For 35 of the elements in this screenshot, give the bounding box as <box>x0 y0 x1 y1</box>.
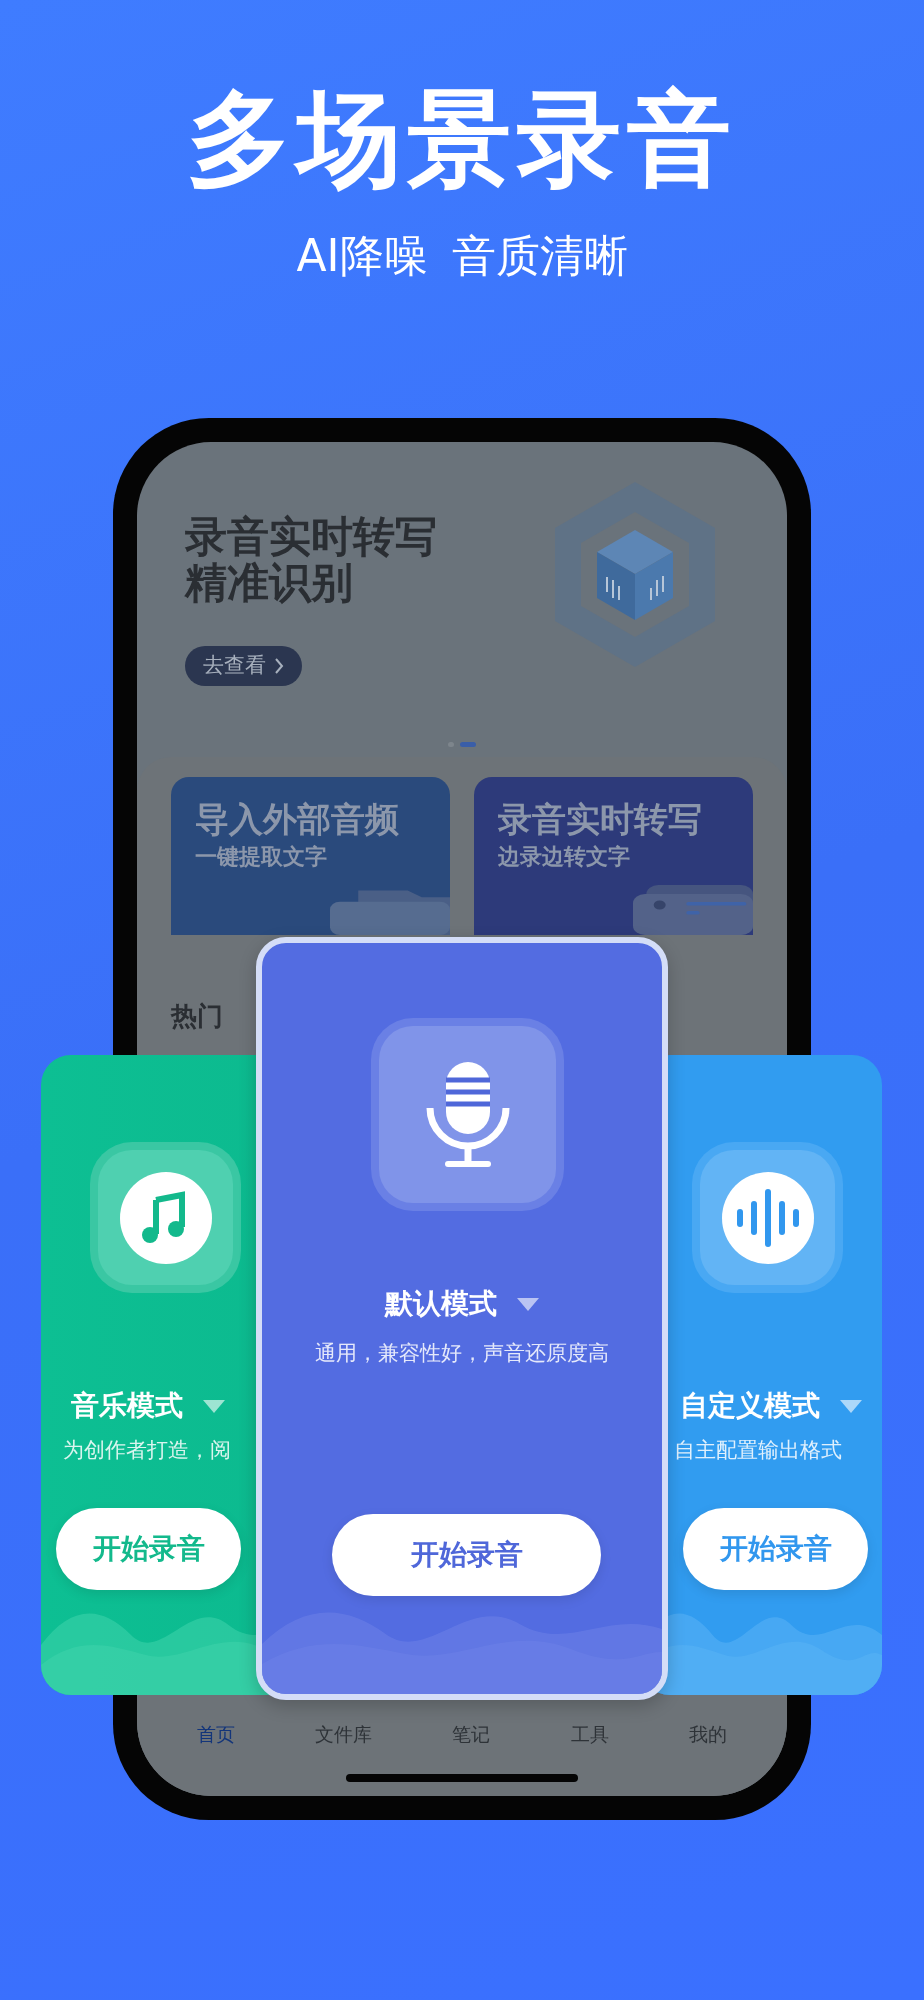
feature-title: 录音实时转写 <box>498 799 703 840</box>
feature-title: 导入外部音频 <box>195 799 400 840</box>
chevron-right-icon <box>274 657 284 676</box>
dropdown-caret-icon[interactable] <box>203 1399 225 1413</box>
nav-tab[interactable]: 首页 <box>197 1719 236 1748</box>
dropdown-caret-icon[interactable] <box>517 1297 539 1311</box>
start-recording-button[interactable]: 开始录音 <box>683 1508 868 1590</box>
mode-title: 音乐模式 <box>71 1388 183 1424</box>
music-note-icon <box>119 1171 212 1264</box>
mode-description: 自主配置输出格式 <box>674 1437 842 1464</box>
microphone-icon <box>425 1061 510 1168</box>
nav-tab[interactable]: 文件库 <box>315 1719 373 1748</box>
view-button[interactable]: 去查看 <box>185 646 302 686</box>
feature-card[interactable]: 导入外部音频 一键提取文字 <box>171 777 450 935</box>
mode-description: 为创作者打造，阅 <box>63 1437 231 1464</box>
tagline: AI降噪 <box>296 234 428 279</box>
mode-description: 通用，兼容性好，声音还原度高 <box>314 1340 610 1367</box>
feature-subtitle: 边录边转文字 <box>498 842 631 871</box>
dropdown-caret-icon[interactable] <box>840 1399 862 1413</box>
mode-title: 自定义模式 <box>680 1388 820 1424</box>
start-recording-button[interactable]: 开始录音 <box>332 1514 601 1596</box>
mode-title: 默认模式 <box>385 1286 497 1322</box>
nav-tab[interactable]: 我的 <box>688 1719 727 1748</box>
nav-tab[interactable]: 工具 <box>570 1719 609 1748</box>
feature-subtitle: 一键提取文字 <box>195 842 328 871</box>
start-recording-button[interactable]: 开始录音 <box>56 1508 241 1590</box>
tagline: 音质清晰 <box>451 234 628 279</box>
sound-wave-icon <box>721 1171 814 1264</box>
nav-tab[interactable]: 笔记 <box>452 1719 491 1748</box>
headline: 多场景录音 <box>187 82 737 197</box>
banner-headline: 录音实时转写 <box>185 514 437 561</box>
feature-card[interactable]: 录音实时转写 边录边转文字 <box>474 777 753 935</box>
section-heading: 热门 <box>171 1000 223 1033</box>
document-icon <box>633 885 753 935</box>
banner-headline: 精准识别 <box>185 560 353 607</box>
